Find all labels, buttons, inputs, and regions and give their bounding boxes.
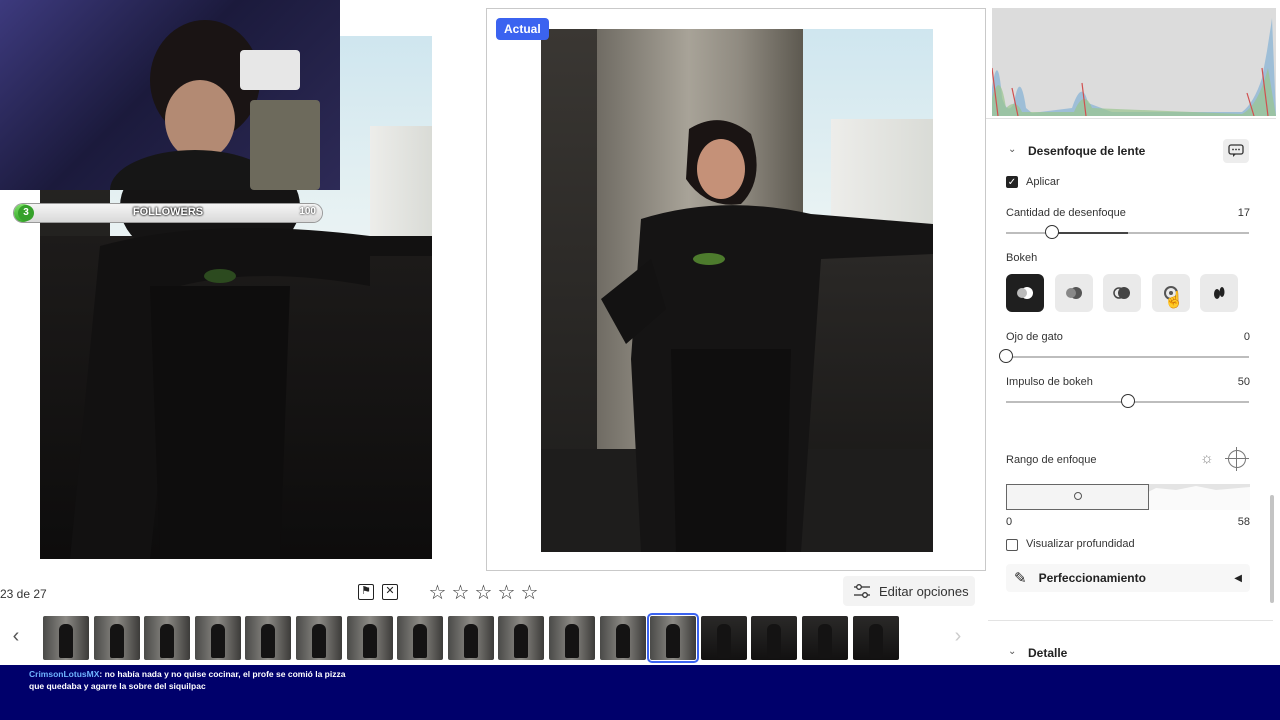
followers-goal: 100: [299, 206, 316, 217]
image-counter: 23 de 27: [0, 587, 47, 601]
streamer-webcam: [0, 0, 340, 190]
focus-range-min: 0: [1006, 516, 1013, 528]
bokeh-boost-value: 50: [1237, 376, 1250, 388]
filmstrip-thumbnail[interactable]: [93, 616, 140, 660]
cat-eye-slider[interactable]: [999, 349, 1013, 363]
chat-username: CrimsonLotusMX: [29, 669, 100, 679]
filmstrip-thumbnail[interactable]: [194, 616, 241, 660]
focus-target-icon[interactable]: [1225, 447, 1249, 471]
filmstrip-thumbnail[interactable]: [144, 616, 191, 660]
blur-amount-fill: [1052, 232, 1128, 234]
visualize-depth-label: Visualizar profundidad: [1026, 538, 1135, 550]
bokeh-bubble-icon[interactable]: [1054, 274, 1093, 312]
blur-amount-label: Cantidad de desenfoque: [1006, 207, 1126, 219]
star-icon[interactable]: ☆: [474, 583, 493, 603]
after-image-frame: Actual: [486, 8, 986, 571]
filmstrip-thumbnail[interactable]: [296, 616, 342, 660]
collapse-arrow-icon: ◀: [1234, 572, 1242, 584]
feedback-icon[interactable]: [1223, 139, 1249, 163]
visualize-depth-checkbox[interactable]: [1006, 539, 1018, 551]
detail-section-title: Detalle: [1028, 646, 1068, 660]
focus-range-handle[interactable]: [1006, 484, 1149, 510]
cat-eye-value: 0: [1243, 331, 1250, 343]
followers-label: FOLLOWERS: [132, 206, 204, 218]
filmstrip-thumbnail[interactable]: [700, 616, 747, 660]
panel-scrollbar[interactable]: [1270, 495, 1274, 603]
star-icon[interactable]: ☆: [520, 583, 539, 603]
filmstrip-next-icon[interactable]: ›: [948, 625, 968, 648]
filmstrip-thumbnail[interactable]: [647, 613, 700, 663]
focus-range-label: Rango de enfoque: [1006, 454, 1097, 466]
edit-options-button[interactable]: Editar opciones: [843, 576, 975, 606]
filmstrip-thumbnail[interactable]: [346, 616, 393, 660]
filmstrip-thumbnail[interactable]: [245, 616, 292, 660]
histogram: [992, 8, 1276, 116]
bokeh-boost-label: Impulso de bokeh: [1006, 376, 1093, 388]
current-version-badge: Actual: [496, 18, 549, 40]
filmstrip-thumbnail[interactable]: [549, 616, 595, 660]
focus-range-selector[interactable]: [1006, 484, 1250, 510]
cat-eye-label: Ojo de gato: [1006, 331, 1063, 343]
star-icon[interactable]: ☆: [428, 583, 447, 603]
pointer-cursor-icon: ☝: [1164, 292, 1184, 309]
bokeh-cat-eye-icon[interactable]: [1200, 274, 1238, 312]
filmstrip-thumbnail[interactable]: [751, 616, 798, 660]
chat-message: CrimsonLotusMX: no había nada y no quise…: [29, 668, 359, 692]
flag-icon[interactable]: ⚑: [358, 584, 374, 600]
subject-focus-icon[interactable]: ☼: [1200, 450, 1214, 467]
star-rating: ☆ ☆ ☆ ☆ ☆: [428, 583, 539, 603]
bokeh-circle-icon[interactable]: [1006, 274, 1044, 312]
filmstrip-thumbnail[interactable]: [802, 616, 848, 660]
apply-checkbox[interactable]: ✓: [1006, 176, 1018, 188]
filmstrip-thumbnail[interactable]: [43, 616, 89, 660]
filmstrip-thumbnail[interactable]: [498, 616, 545, 660]
filmstrip: [0, 612, 986, 663]
after-photo: [541, 29, 933, 552]
app-root: Actual 3 FOLLOWERS 100 23 de 27 ⚑ ✕ ☆ ☆ ☆ ☆…: [0, 0, 1280, 720]
blur-amount-value: 17: [1237, 207, 1250, 219]
filmstrip-thumbnail[interactable]: [599, 616, 646, 660]
refine-button[interactable]: ✎ Perfeccionamiento ◀: [1006, 564, 1250, 592]
bokeh-ring-icon[interactable]: [1103, 274, 1141, 312]
filmstrip-thumbnail[interactable]: [397, 616, 444, 660]
cat-eye-track: [1006, 356, 1249, 358]
sliders-icon: [854, 584, 870, 598]
star-icon[interactable]: ☆: [451, 583, 470, 603]
detail-collapse-icon[interactable]: ⌄: [1008, 646, 1016, 657]
apply-label: Aplicar: [1026, 176, 1060, 188]
lens-blur-title: Desenfoque de lente: [1028, 144, 1146, 158]
brush-icon: ✎: [1014, 570, 1027, 587]
edit-options-label: Editar opciones: [879, 583, 969, 599]
refine-label: Perfeccionamiento: [1038, 571, 1146, 585]
section-collapse-icon[interactable]: ⌄: [1008, 144, 1016, 155]
bokeh-label: Bokeh: [1006, 252, 1038, 264]
bokeh-boost-slider[interactable]: [1120, 394, 1135, 408]
followers-goal-bar: 3 FOLLOWERS 100: [14, 204, 322, 222]
reject-flag-icon[interactable]: ✕: [382, 584, 398, 600]
filmstrip-thumbnail[interactable]: [447, 616, 494, 660]
focus-range-max: 58: [1237, 516, 1250, 528]
star-icon[interactable]: ☆: [497, 583, 516, 603]
filmstrip-thumbnail[interactable]: [852, 616, 899, 660]
